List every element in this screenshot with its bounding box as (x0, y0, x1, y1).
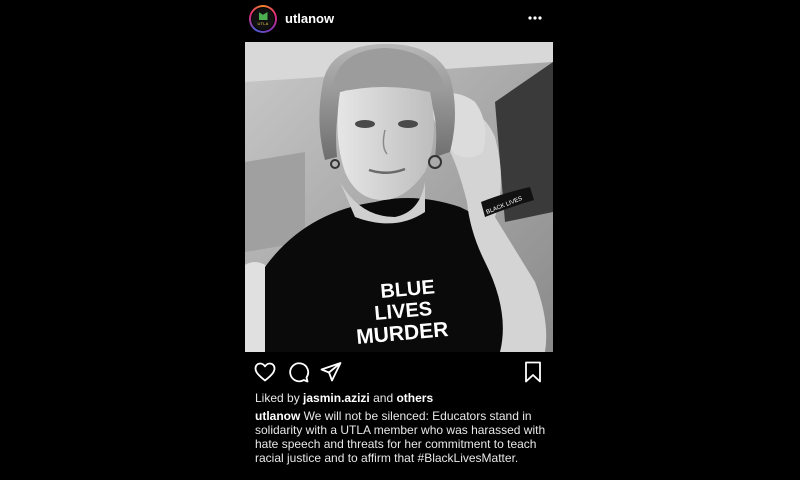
liked-user-link[interactable]: jasmin.azizi (303, 391, 370, 405)
comment-icon[interactable] (286, 360, 310, 384)
liked-connector: and (373, 391, 394, 405)
logo-mark-icon (258, 12, 268, 20)
bookmark-icon[interactable] (521, 360, 545, 384)
post-header: UTLA utlanow (245, 0, 555, 40)
post-caption: utlanow We will not be silenced: Educato… (255, 409, 551, 465)
liked-prefix: Liked by (255, 391, 300, 405)
heart-icon[interactable] (253, 360, 277, 384)
instagram-post: UTLA utlanow BLUE LIVES MURDER BLACK LIV… (245, 0, 555, 480)
avatar[interactable]: UTLA (249, 5, 277, 33)
post-username[interactable]: utlanow (285, 11, 334, 26)
likes-summary: Liked by jasmin.azizi and others (255, 391, 433, 405)
avatar-logo: UTLA (251, 7, 275, 31)
more-options-icon[interactable] (527, 12, 543, 24)
caption-username[interactable]: utlanow (255, 409, 300, 423)
send-icon[interactable] (319, 360, 343, 384)
photo-illustration: BLUE LIVES MURDER BLACK LIVES (245, 42, 553, 352)
avatar-logo-text: UTLA (257, 21, 269, 26)
post-photo[interactable]: BLUE LIVES MURDER BLACK LIVES (245, 42, 553, 352)
post-actions-bar (245, 358, 555, 386)
liked-others-link[interactable]: others (396, 391, 433, 405)
